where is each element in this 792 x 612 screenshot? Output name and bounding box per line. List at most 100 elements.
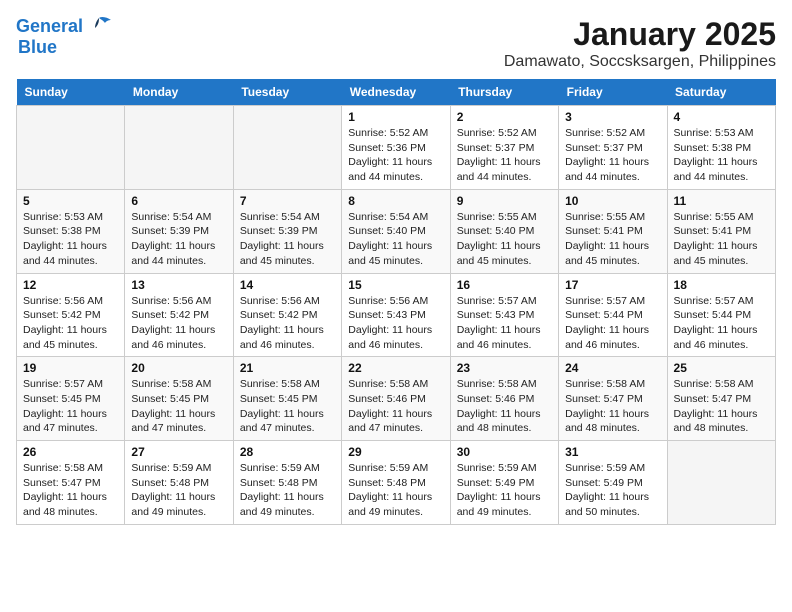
day-number: 4 xyxy=(674,110,769,124)
calendar-cell: 9 Sunrise: 5:55 AMSunset: 5:40 PMDaylight… xyxy=(450,189,558,273)
day-number: 9 xyxy=(457,194,552,208)
day-number: 17 xyxy=(565,278,660,292)
calendar-cell: 4 Sunrise: 5:53 AMSunset: 5:38 PMDaylight… xyxy=(667,106,775,190)
day-info: Sunrise: 5:59 AMSunset: 5:49 PMDaylight:… xyxy=(565,461,660,520)
day-number: 7 xyxy=(240,194,335,208)
day-number: 3 xyxy=(565,110,660,124)
day-number: 27 xyxy=(131,445,226,459)
day-info: Sunrise: 5:57 AMSunset: 5:45 PMDaylight:… xyxy=(23,377,118,436)
logo-bird-icon xyxy=(85,16,113,38)
day-number: 8 xyxy=(348,194,443,208)
calendar-cell: 2Sunrise: 5:52 AMSunset: 5:37 PMDaylight… xyxy=(450,106,558,190)
day-info: Sunrise: 5:53 AMSunset: 5:38 PMDaylight:… xyxy=(674,126,769,185)
calendar-cell: 16Sunrise: 5:57 AMSunset: 5:43 PMDayligh… xyxy=(450,273,558,357)
day-number: 29 xyxy=(348,445,443,459)
day-info: Sunrise: 5:57 AMSunset: 5:44 PMDaylight:… xyxy=(565,294,660,353)
day-info: Sunrise: 5:54 AMSunset: 5:39 PMDaylight:… xyxy=(240,210,335,269)
calendar-title: January 2025 xyxy=(504,16,776,53)
calendar-cell: 22 Sunrise: 5:58 AMSunset: 5:46 PMDayligh… xyxy=(342,357,450,441)
calendar-week-row: 1 Sunrise: 5:52 AMSunset: 5:36 PMDaylight… xyxy=(17,106,776,190)
calendar-cell: 28Sunrise: 5:59 AMSunset: 5:48 PMDayligh… xyxy=(233,441,341,525)
day-info: Sunrise: 5:58 AMSunset: 5:45 PMDaylight:… xyxy=(240,377,335,436)
day-info: Sunrise: 5:59 AMSunset: 5:49 PMDaylight:… xyxy=(457,461,552,520)
logo-general: General xyxy=(16,17,83,37)
day-number: 6 xyxy=(131,194,226,208)
calendar-cell: 25 Sunrise: 5:58 AMSunset: 5:47 PMDayligh… xyxy=(667,357,775,441)
day-info: Sunrise: 5:58 AMSunset: 5:46 PMDaylight:… xyxy=(457,377,552,436)
day-info: Sunrise: 5:54 AMSunset: 5:39 PMDaylight:… xyxy=(131,210,226,269)
calendar-cell: 19 Sunrise: 5:57 AMSunset: 5:45 PMDayligh… xyxy=(17,357,125,441)
day-number: 26 xyxy=(23,445,118,459)
day-number: 1 xyxy=(348,110,443,124)
calendar-week-row: 5 Sunrise: 5:53 AMSunset: 5:38 PMDaylight… xyxy=(17,189,776,273)
day-number: 31 xyxy=(565,445,660,459)
calendar-cell: 14 Sunrise: 5:56 AMSunset: 5:42 PMDayligh… xyxy=(233,273,341,357)
calendar-cell: 26 Sunrise: 5:58 AMSunset: 5:47 PMDayligh… xyxy=(17,441,125,525)
day-number: 15 xyxy=(348,278,443,292)
calendar-cell: 15 Sunrise: 5:56 AMSunset: 5:43 PMDayligh… xyxy=(342,273,450,357)
day-number: 14 xyxy=(240,278,335,292)
weekday-header-tuesday: Tuesday xyxy=(233,79,341,106)
day-info: Sunrise: 5:56 AMSunset: 5:42 PMDaylight:… xyxy=(131,294,226,353)
calendar-cell: 23 Sunrise: 5:58 AMSunset: 5:46 PMDayligh… xyxy=(450,357,558,441)
day-info: Sunrise: 5:52 AMSunset: 5:36 PMDaylight:… xyxy=(348,126,443,185)
day-info: Sunrise: 5:59 AMSunset: 5:48 PMDaylight:… xyxy=(131,461,226,520)
calendar-cell: 10Sunrise: 5:55 AMSunset: 5:41 PMDayligh… xyxy=(559,189,667,273)
day-number: 19 xyxy=(23,361,118,375)
calendar-cell: 30 Sunrise: 5:59 AMSunset: 5:49 PMDayligh… xyxy=(450,441,558,525)
calendar-cell: 27 Sunrise: 5:59 AMSunset: 5:48 PMDayligh… xyxy=(125,441,233,525)
calendar-week-row: 19 Sunrise: 5:57 AMSunset: 5:45 PMDayligh… xyxy=(17,357,776,441)
day-number: 5 xyxy=(23,194,118,208)
day-info: Sunrise: 5:58 AMSunset: 5:47 PMDaylight:… xyxy=(23,461,118,520)
day-number: 16 xyxy=(457,278,552,292)
day-info: Sunrise: 5:58 AMSunset: 5:47 PMDaylight:… xyxy=(565,377,660,436)
title-area: January 2025 Damawato, Soccsksargen, Phi… xyxy=(504,16,776,71)
calendar-cell: 17 Sunrise: 5:57 AMSunset: 5:44 PMDayligh… xyxy=(559,273,667,357)
calendar-table: SundayMondayTuesdayWednesdayThursdayFrid… xyxy=(16,79,776,525)
day-number: 30 xyxy=(457,445,552,459)
day-number: 20 xyxy=(131,361,226,375)
day-number: 23 xyxy=(457,361,552,375)
day-info: Sunrise: 5:56 AMSunset: 5:42 PMDaylight:… xyxy=(240,294,335,353)
calendar-cell: 20Sunrise: 5:58 AMSunset: 5:45 PMDayligh… xyxy=(125,357,233,441)
day-number: 22 xyxy=(348,361,443,375)
calendar-cell: 7 Sunrise: 5:54 AMSunset: 5:39 PMDaylight… xyxy=(233,189,341,273)
weekday-header-friday: Friday xyxy=(559,79,667,106)
day-number: 21 xyxy=(240,361,335,375)
day-info: Sunrise: 5:52 AMSunset: 5:37 PMDaylight:… xyxy=(565,126,660,185)
calendar-week-row: 12Sunrise: 5:56 AMSunset: 5:42 PMDayligh… xyxy=(17,273,776,357)
day-info: Sunrise: 5:55 AMSunset: 5:41 PMDaylight:… xyxy=(674,210,769,269)
day-number: 13 xyxy=(131,278,226,292)
weekday-header-wednesday: Wednesday xyxy=(342,79,450,106)
weekday-header-saturday: Saturday xyxy=(667,79,775,106)
day-info: Sunrise: 5:59 AMSunset: 5:48 PMDaylight:… xyxy=(348,461,443,520)
day-info: Sunrise: 5:58 AMSunset: 5:47 PMDaylight:… xyxy=(674,377,769,436)
calendar-subtitle: Damawato, Soccsksargen, Philippines xyxy=(504,53,776,71)
day-number: 25 xyxy=(674,361,769,375)
day-info: Sunrise: 5:56 AMSunset: 5:42 PMDaylight:… xyxy=(23,294,118,353)
day-info: Sunrise: 5:58 AMSunset: 5:46 PMDaylight:… xyxy=(348,377,443,436)
calendar-cell: 8 Sunrise: 5:54 AMSunset: 5:40 PMDaylight… xyxy=(342,189,450,273)
day-info: Sunrise: 5:52 AMSunset: 5:37 PMDaylight:… xyxy=(457,126,552,185)
calendar-cell: 3 Sunrise: 5:52 AMSunset: 5:37 PMDaylight… xyxy=(559,106,667,190)
calendar-cell: 12Sunrise: 5:56 AMSunset: 5:42 PMDayligh… xyxy=(17,273,125,357)
day-number: 11 xyxy=(674,194,769,208)
calendar-cell: 1 Sunrise: 5:52 AMSunset: 5:36 PMDaylight… xyxy=(342,106,450,190)
calendar-cell: 6 Sunrise: 5:54 AMSunset: 5:39 PMDaylight… xyxy=(125,189,233,273)
day-info: Sunrise: 5:56 AMSunset: 5:43 PMDaylight:… xyxy=(348,294,443,353)
header: General Blue January 2025 Damawato, Socc… xyxy=(16,16,776,71)
day-number: 18 xyxy=(674,278,769,292)
logo: General Blue xyxy=(16,16,113,58)
calendar-cell: 11 Sunrise: 5:55 AMSunset: 5:41 PMDayligh… xyxy=(667,189,775,273)
logo-blue: Blue xyxy=(18,38,57,58)
calendar-cell: 31 Sunrise: 5:59 AMSunset: 5:49 PMDayligh… xyxy=(559,441,667,525)
day-info: Sunrise: 5:54 AMSunset: 5:40 PMDaylight:… xyxy=(348,210,443,269)
day-info: Sunrise: 5:53 AMSunset: 5:38 PMDaylight:… xyxy=(23,210,118,269)
calendar-week-row: 26 Sunrise: 5:58 AMSunset: 5:47 PMDayligh… xyxy=(17,441,776,525)
day-info: Sunrise: 5:55 AMSunset: 5:40 PMDaylight:… xyxy=(457,210,552,269)
weekday-header-sunday: Sunday xyxy=(17,79,125,106)
calendar-cell xyxy=(125,106,233,190)
day-number: 24 xyxy=(565,361,660,375)
calendar-cell xyxy=(17,106,125,190)
day-info: Sunrise: 5:59 AMSunset: 5:48 PMDaylight:… xyxy=(240,461,335,520)
